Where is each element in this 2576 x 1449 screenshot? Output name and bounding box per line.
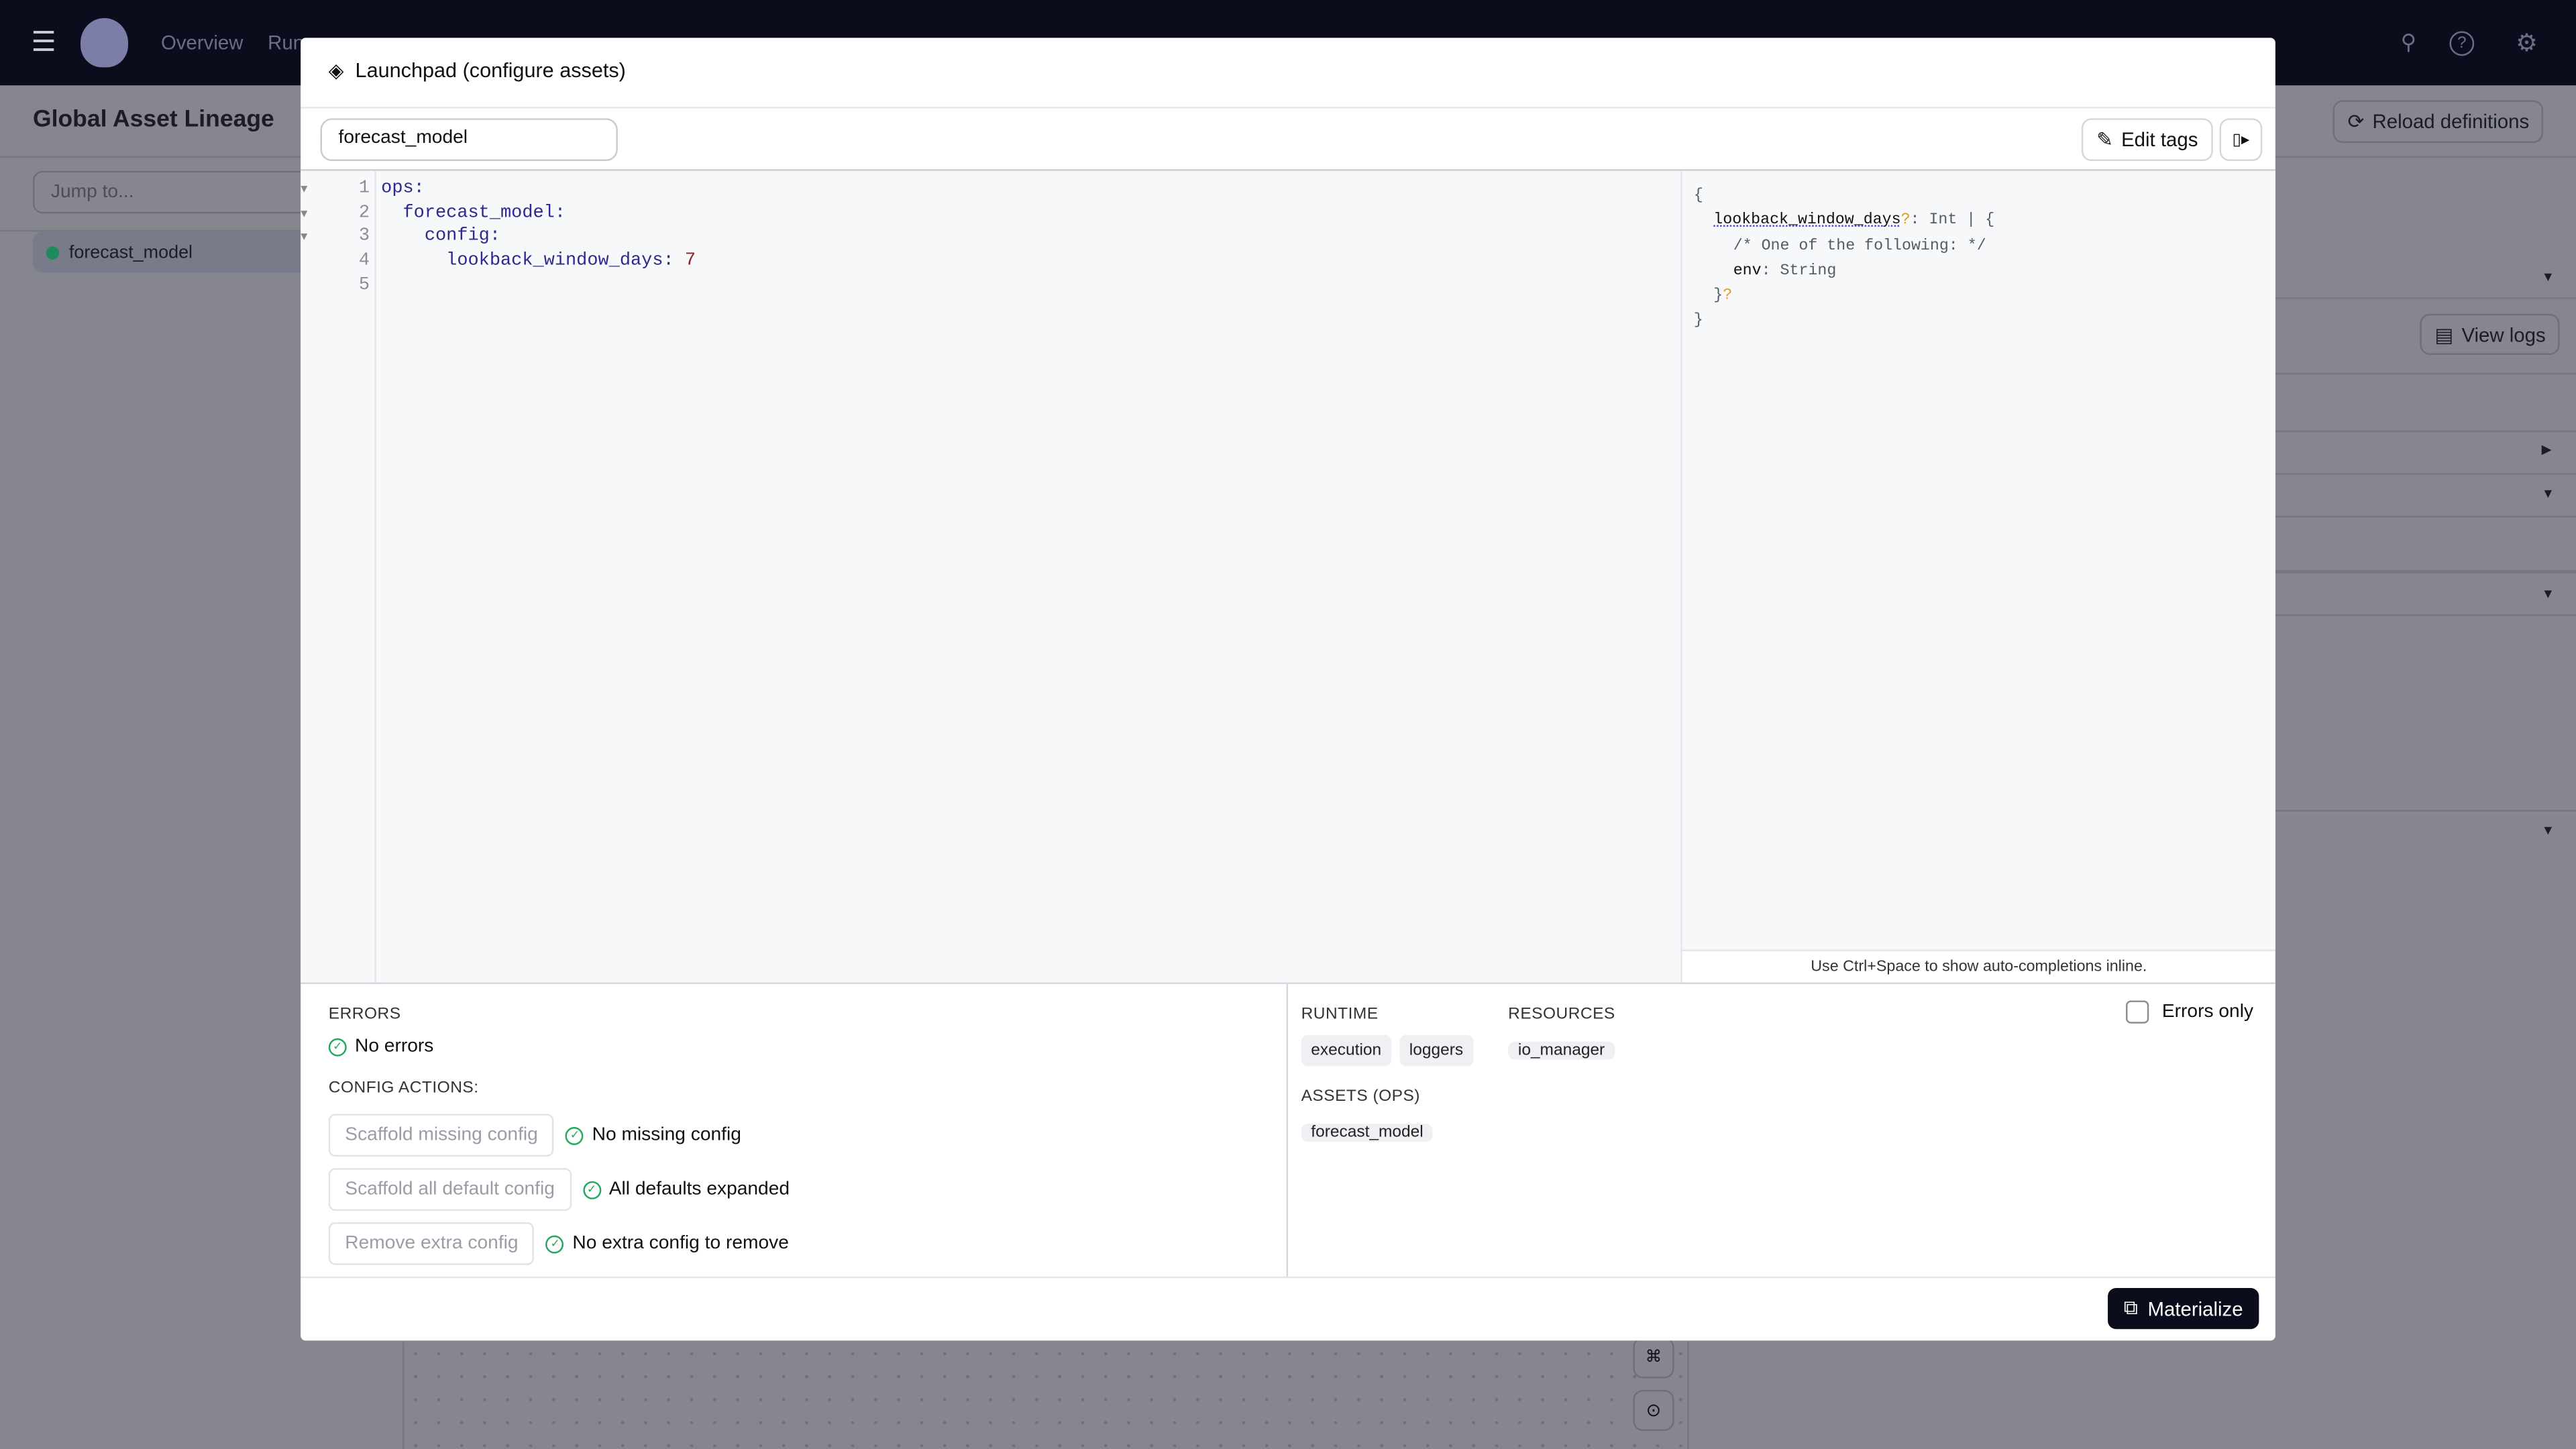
materialize-label: Materialize [2147, 1297, 2243, 1320]
sidebar-item-label: forecast_model [68, 242, 193, 262]
resources-heading: RESOURCES [1508, 1005, 1615, 1024]
graph-layout-icon[interactable]: ⌘ [1633, 1337, 1674, 1379]
chevron-down-icon[interactable]: ▼ [2542, 586, 2555, 601]
launchpad-icon: ◈ [328, 59, 344, 83]
tab-name-input[interactable]: forecast_model [320, 118, 618, 162]
status-text: No missing config [592, 1125, 741, 1145]
status-text: All defaults expanded [608, 1179, 790, 1199]
pencil-icon: ✎ [2096, 128, 2113, 152]
tag-execution[interactable]: execution [1301, 1034, 1391, 1067]
reload-definitions-button[interactable]: ⟳ Reload definitions [2332, 100, 2544, 144]
errors-heading: ERRORS [328, 1005, 401, 1024]
external-link-icon: ⧉ [2123, 1296, 2138, 1320]
check-circle-icon: ✓ [566, 1126, 584, 1144]
fold-markers[interactable]: ▼ ▼ ▼ [301, 179, 307, 252]
code-line: forecast_model: [402, 203, 566, 223]
sidebar-item-forecast-model[interactable]: forecast_model [32, 231, 313, 273]
check-circle-icon: ✓ [582, 1180, 601, 1199]
chevron-right-icon[interactable]: ▶ [2542, 442, 2552, 457]
errors-status: ✓ No errors [328, 1036, 433, 1057]
config-actions-heading: CONFIG ACTIONS: [328, 1079, 479, 1097]
tag-forecast-model[interactable]: forecast_model [1301, 1124, 1434, 1142]
errors-only-toggle[interactable]: Errors only [2126, 1000, 2254, 1024]
dialog-title: Launchpad (configure assets) [355, 59, 626, 83]
tag-loggers[interactable]: loggers [1399, 1034, 1473, 1067]
toggle-panel-icon[interactable]: ▯▸ [2219, 118, 2263, 162]
dagster-logo[interactable] [80, 17, 129, 68]
launchpad-dialog: ◈ Launchpad (configure assets) forecast_… [301, 38, 2275, 1341]
download-icon[interactable]: ⊙ [1633, 1389, 1674, 1432]
settings-icon[interactable]: ⚙ [2509, 25, 2545, 61]
chevron-down-icon[interactable]: ▼ [2542, 270, 2555, 284]
assets-heading: ASSETS (OPS) [1301, 1087, 1420, 1106]
code-line: ops: [381, 178, 425, 199]
view-logs-label: View logs [2461, 323, 2546, 346]
logs-icon: ▤ [2434, 323, 2454, 346]
autocomplete-hint: Use Ctrl+Space to show auto-completions … [1682, 949, 2275, 983]
errors-only-checkbox[interactable] [2126, 1000, 2149, 1024]
help-icon[interactable]: ? [2449, 31, 2475, 56]
page-title: Global Asset Lineage [32, 107, 274, 133]
code-line: config: [424, 227, 501, 248]
remove-extra-config-button[interactable]: Remove extra config [328, 1222, 535, 1265]
search-icon[interactable]: ⚲ [2390, 25, 2426, 61]
config-schema-panel: { lookback_window_days?: Int | { /* One … [1682, 170, 2275, 950]
code-line: lookback_window_days: 7 [446, 251, 696, 272]
edit-tags-button[interactable]: ✎ Edit tags [2081, 118, 2213, 162]
menu-icon[interactable]: ☰ [32, 28, 56, 56]
yaml-code[interactable]: ops: forecast_model: config: lookback_wi… [381, 177, 696, 298]
errors-only-label: Errors only [2161, 1002, 2254, 1022]
edit-tags-label: Edit tags [2121, 128, 2198, 152]
check-circle-icon: ✓ [328, 1037, 347, 1056]
reload-icon: ⟳ [2347, 110, 2365, 133]
status-text: No extra config to remove [572, 1234, 789, 1254]
chevron-down-icon[interactable]: ▼ [2542, 486, 2555, 501]
scaffold-default-config-button[interactable]: Scaffold all default config [328, 1168, 572, 1211]
view-logs-button[interactable]: ▤ View logs [2420, 313, 2561, 355]
runtime-heading: RUNTIME [1301, 1005, 1379, 1024]
line-numbers: 12345 [358, 178, 370, 296]
config-editor[interactable]: ▼ ▼ ▼ 12345 ops: forecast_model: config: l… [301, 170, 1681, 983]
materialize-button[interactable]: ⧉ Materialize [2108, 1288, 2259, 1330]
asset-graph-canvas[interactable] [402, 1342, 1689, 1449]
check-circle-icon: ✓ [546, 1234, 565, 1253]
jump-to-input[interactable]: Jump to... [32, 170, 329, 214]
status-dot [46, 246, 60, 259]
scaffold-missing-config-button[interactable]: Scaffold missing config [328, 1114, 555, 1157]
tag-io-manager[interactable]: io_manager [1508, 1041, 1615, 1060]
chevron-down-icon[interactable]: ▼ [2542, 823, 2555, 838]
reload-label: Reload definitions [2372, 110, 2530, 133]
nav-overview[interactable]: Overview [161, 32, 243, 54]
